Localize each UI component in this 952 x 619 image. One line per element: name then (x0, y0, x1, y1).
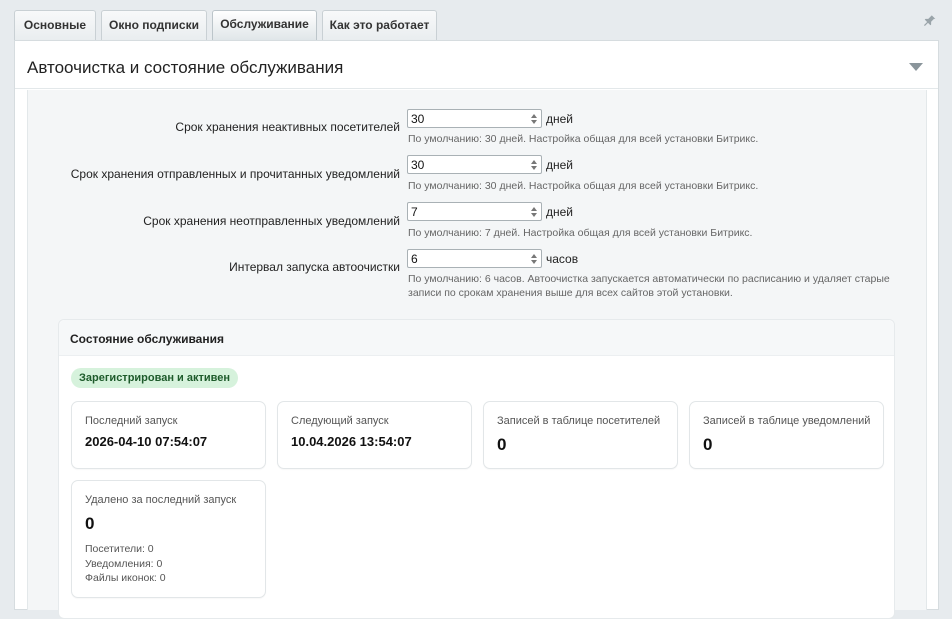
stat-label: Записей в таблице уведомлений (703, 415, 871, 427)
chevron-down-icon[interactable] (909, 63, 923, 71)
panel-header: Автоочистка и состояние обслуживания (15, 41, 938, 89)
stat-label: Удалено за последний запуск (85, 494, 237, 506)
tab-how-it-works[interactable]: Как это работает (322, 10, 437, 40)
stat-value: 0 (703, 435, 713, 454)
stat-notifications-count: Записей в таблице уведомлений 0 (689, 401, 884, 469)
sent-notifications-input[interactable] (408, 156, 520, 174)
stat-value: 0 (497, 435, 507, 454)
spin-buttons[interactable] (528, 111, 540, 126)
stat-value: 2026-04-10 07:54:07 (85, 434, 208, 449)
stat-next-run: Следующий запуск 10.04.2026 13:54:07 (277, 401, 472, 469)
stat-value: 10.04.2026 13:54:07 (291, 434, 412, 449)
spin-buttons[interactable] (528, 157, 540, 172)
setting-hint: По умолчанию: 30 дней. Настройка общая д… (408, 133, 759, 145)
setting-label: Интервал запуска автоочистки (229, 260, 400, 274)
setting-hint: По умолчанию: 6 часов. Автоочистка запус… (408, 273, 890, 299)
stat-deleted-last-run: Удалено за последний запуск 0 Посетители… (71, 480, 266, 598)
deleted-visitors: Посетители: 0 (85, 543, 154, 555)
tab-main[interactable]: Основные (14, 10, 96, 40)
status-title: Состояние обслуживания (70, 332, 224, 346)
unit-label: дней (546, 112, 574, 126)
stat-label: Записей в таблице посетителей (497, 415, 661, 427)
pin-icon[interactable] (922, 14, 936, 28)
setting-label: Срок хранения неотправленных уведомлений (143, 214, 400, 228)
stat-value: 0 (85, 514, 95, 533)
setting-label: Срок хранения неактивных посетителей (175, 120, 400, 134)
spin-buttons[interactable] (528, 251, 540, 266)
inactive-visitors-stepper[interactable] (407, 109, 542, 128)
deleted-notifications: Уведомления: 0 (85, 558, 163, 570)
maintenance-panel: Автоочистка и состояние обслуживания Сро… (14, 40, 939, 619)
stat-visitors-count: Записей в таблице посетителей 0 (483, 401, 678, 469)
status-header: Состояние обслуживания (59, 320, 894, 356)
setting-hint: По умолчанию: 7 дней. Настройка общая дл… (408, 227, 753, 239)
stat-label: Последний запуск (85, 415, 178, 427)
stat-last-run: Последний запуск 2026-04-10 07:54:07 (71, 401, 266, 469)
unit-label: дней (546, 158, 574, 172)
spin-buttons[interactable] (528, 204, 540, 219)
status-badge: Зарегистрирован и активен (71, 368, 239, 388)
cleanup-interval-input[interactable] (408, 250, 520, 268)
setting-label: Срок хранения отправленных и прочитанных… (70, 167, 400, 181)
tab-subscription-window[interactable]: Окно подписки (101, 10, 207, 40)
unsent-notifications-input[interactable] (408, 203, 520, 221)
tab-maintenance[interactable]: Обслуживание (212, 10, 317, 41)
inactive-visitors-input[interactable] (408, 110, 520, 128)
unsent-notifications-stepper[interactable] (407, 202, 542, 221)
cleanup-interval-stepper[interactable] (407, 249, 542, 268)
settings-body: Срок хранения неактивных посетителей дне… (27, 90, 927, 619)
setting-hint: По умолчанию: 30 дней. Настройка общая д… (408, 180, 759, 192)
sent-notifications-stepper[interactable] (407, 155, 542, 174)
unit-label: дней (546, 205, 574, 219)
unit-label: часов (546, 252, 579, 266)
section-title: Автоочистка и состояние обслуживания (27, 58, 344, 77)
stat-label: Следующий запуск (291, 415, 389, 427)
deleted-icon-files: Файлы иконок: 0 (85, 572, 166, 584)
maintenance-status-card: Состояние обслуживания Зарегистрирован и… (58, 319, 895, 619)
